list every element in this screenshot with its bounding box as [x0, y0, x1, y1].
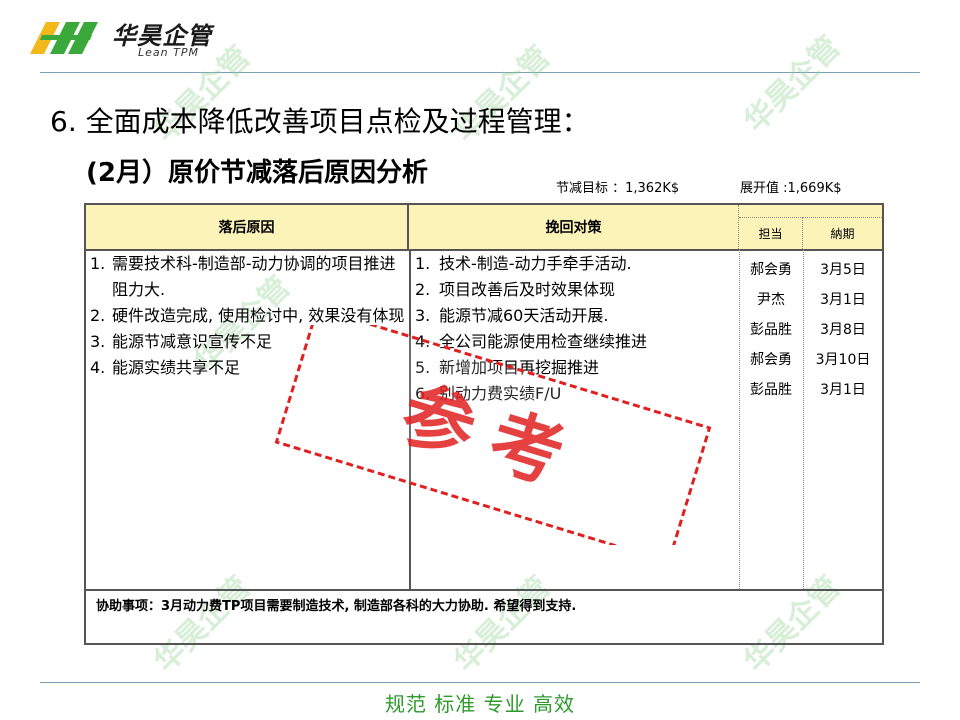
- item-text: 全公司能源使用检查继续推进: [439, 332, 648, 351]
- deadline-cell: 3月1日: [820, 382, 866, 398]
- watermark: 华昊企管: [737, 29, 848, 140]
- item-text: 能源节减意识宣传不足: [112, 332, 273, 351]
- deadline-cell: 3月8日: [820, 322, 866, 338]
- owner-cell: 尹杰: [757, 292, 785, 308]
- item-text: 项目改善后及时效果体现: [439, 280, 616, 299]
- list-item: 4. 能源实绩共享不足: [88, 355, 406, 381]
- list-item: 1. 需要技术科-制造部-动力协调的项目推进阻力大.: [88, 251, 406, 303]
- header-actions: 挽回对策: [409, 205, 739, 249]
- owner-cell: 郝会勇: [750, 262, 792, 278]
- list-item: 3. 能源节减意识宣传不足: [88, 329, 406, 355]
- header-causes: 落后原因: [86, 205, 409, 249]
- list-item: 1. 技术-制造-动力手牵手活动.: [413, 251, 737, 277]
- logo-name-en: Lean TPM: [138, 46, 199, 59]
- section-title: (2月）原价节减落后原因分析: [86, 158, 428, 188]
- item-number: 4.: [415, 332, 431, 351]
- list-item: 3. 能源节减60天活动开展.: [413, 303, 737, 329]
- owner-cell: 郝会勇: [750, 352, 792, 368]
- item-number: 3.: [90, 332, 106, 351]
- list-item: 5. 新增加项目再挖掘推进: [413, 355, 737, 381]
- list-item: 2. 硬件改造完成, 使用检讨中, 效果没有体现: [88, 303, 406, 329]
- deadline-column: 3月5日 3月1日 3月8日 3月10日 3月1日: [804, 255, 882, 405]
- footer-divider-line: [86, 589, 882, 591]
- actions-list: 1. 技术-制造-动力手牵手活动. 2. 项目改善后及时效果体现 3. 能源节减60天…: [413, 251, 737, 407]
- item-text: 能源节减60天活动开展.: [439, 306, 609, 325]
- item-number: 1.: [415, 254, 431, 273]
- assist-note: 协助事项：3月动力费TP项目需要制造技术, 制造部各科的大力协助. 希望得到支持…: [96, 599, 577, 614]
- item-number: 2.: [90, 306, 106, 325]
- slide-title: 6. 全面成本降低改善项目点检及过程管理：: [50, 105, 590, 138]
- company-logo: 华昊企管 Lean TPM: [30, 14, 230, 62]
- column-divider: [409, 249, 411, 591]
- causes-list: 1. 需要技术科-制造部-动力协调的项目推进阻力大. 2. 硬件改造完成, 使用检讨…: [88, 251, 406, 381]
- item-number: 4.: [90, 358, 106, 377]
- footer-tagline: 规范 标准 专业 高效: [384, 692, 576, 716]
- owner-cell: 彭品胜: [750, 322, 792, 338]
- header-divider: [40, 72, 920, 73]
- owner-column: 郝会勇 尹杰 彭品胜 郝会勇 彭品胜: [740, 255, 802, 405]
- owner-cell: 彭品胜: [750, 382, 792, 398]
- list-item: 6. 别动力费实绩F/U: [413, 381, 737, 407]
- deadline-cell: 3月5日: [820, 262, 866, 278]
- item-number: 3.: [415, 306, 431, 325]
- list-item: 2. 项目改善后及时效果体现: [413, 277, 737, 303]
- item-text: 需要技术科-制造部-动力协调的项目推进阻力大.: [112, 254, 396, 299]
- reduction-target: 节减目标 ：1,362K$: [556, 181, 680, 196]
- list-item: 4. 全公司能源使用检查继续推进: [413, 329, 737, 355]
- item-text: 别动力费实绩F/U: [439, 384, 562, 403]
- item-text: 新增加项目再挖掘推进: [439, 358, 600, 377]
- item-number: 2.: [415, 280, 431, 299]
- header-fill: [739, 205, 882, 217]
- item-text: 能源实绩共享不足: [112, 358, 241, 377]
- item-number: 1.: [90, 254, 106, 273]
- header-owner: 担当: [739, 217, 803, 249]
- deadline-cell: 3月10日: [815, 352, 871, 368]
- logo-mark-icon: [30, 22, 98, 54]
- item-number: 6.: [415, 384, 431, 403]
- item-text: 技术-制造-动力手牵手活动.: [439, 254, 632, 273]
- footer-divider: [40, 682, 920, 683]
- header-deadline: 納期: [803, 217, 882, 249]
- item-text: 硬件改造完成, 使用检讨中, 效果没有体现: [112, 306, 405, 325]
- analysis-table: 落后原因 挽回对策 担当 納期 1. 需要技术科-制造部-动力协调的项目推进阻力大…: [84, 203, 884, 645]
- item-number: 5.: [415, 358, 431, 377]
- expanded-value: 展开值 :1,669K$: [740, 181, 842, 196]
- deadline-cell: 3月1日: [820, 292, 866, 308]
